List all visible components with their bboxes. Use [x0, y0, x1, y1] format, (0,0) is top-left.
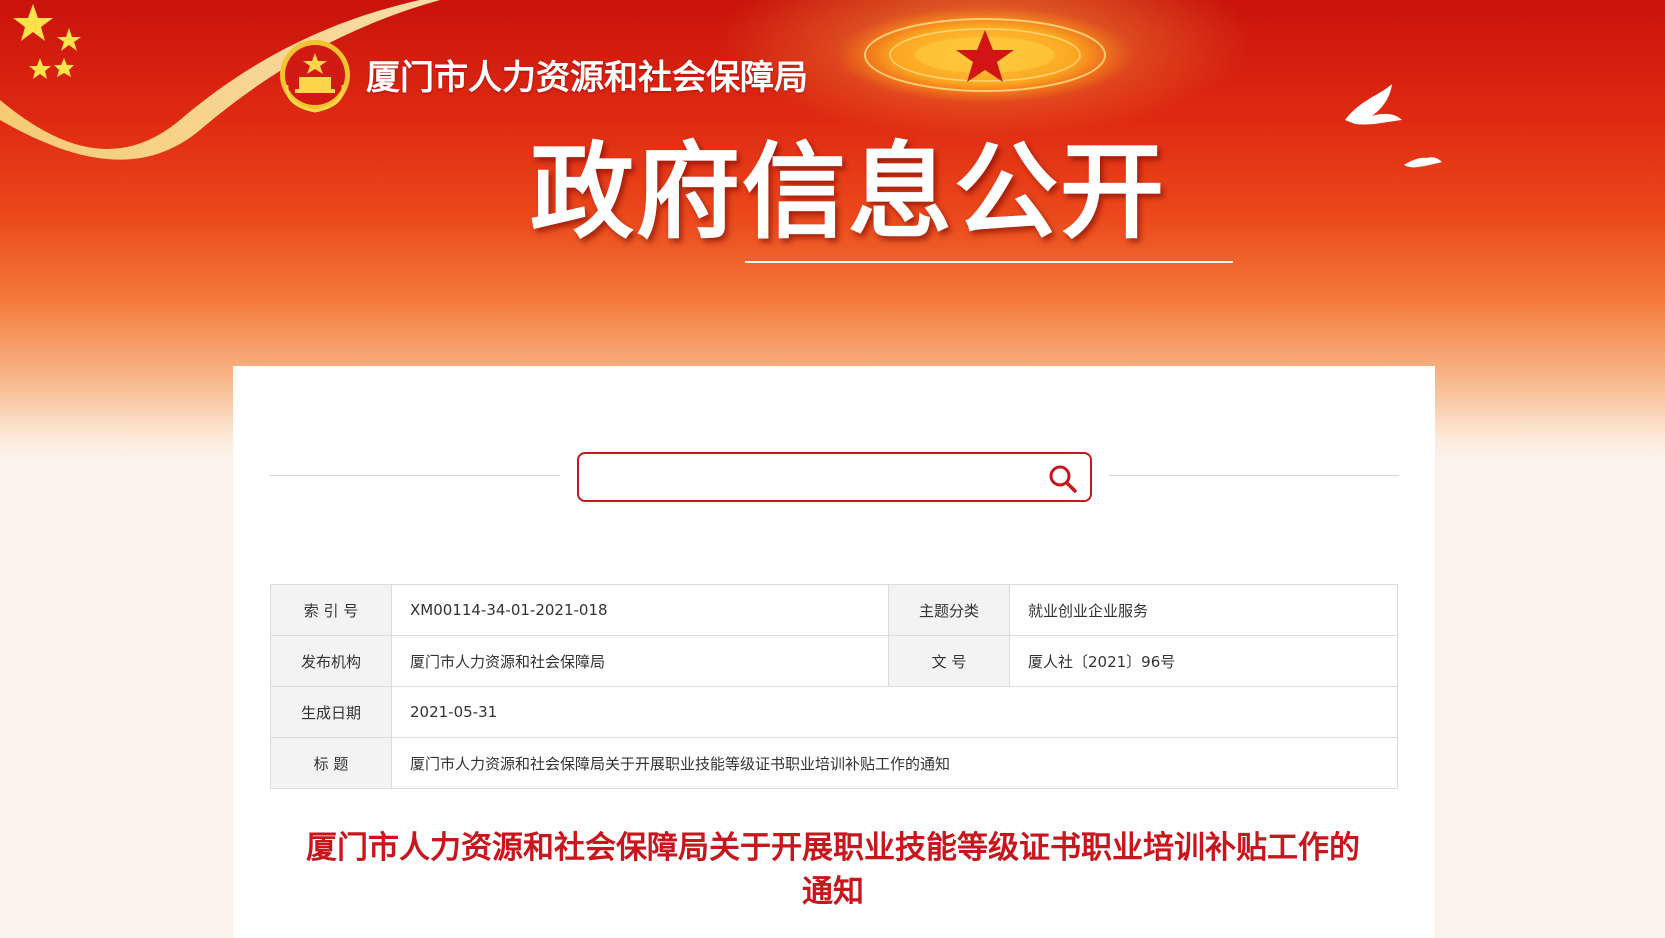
doc-number-value: 厦人社〔2021〕96号 [1009, 635, 1398, 687]
date-label: 生成日期 [270, 686, 392, 738]
table-row: 发布机构 厦门市人力资源和社会保障局 文 号 厦人社〔2021〕96号 [270, 635, 1398, 687]
publisher-label: 发布机构 [270, 635, 392, 687]
table-row: 生成日期 2021-05-31 [270, 686, 1398, 738]
search-divider-right [1109, 475, 1399, 476]
doc-number-label: 文 号 [888, 635, 1010, 687]
banner-title: 政府信息公开 [530, 131, 1167, 253]
central-star-emblem [835, 7, 1135, 103]
search-button[interactable] [1046, 462, 1080, 496]
national-emblem-icon [280, 40, 350, 113]
search-icon [1049, 465, 1077, 493]
table-row: 索 引 号 XM00114-34-01-2021-018 主题分类 就业创业企业… [270, 584, 1398, 636]
publisher-value: 厦门市人力资源和社会保障局 [391, 635, 889, 687]
content-panel: 索 引 号 XM00114-34-01-2021-018 主题分类 就业创业企业… [233, 366, 1435, 938]
title-label: 标 题 [270, 737, 392, 789]
banner-divider [745, 261, 1233, 263]
search-box [577, 452, 1092, 502]
table-row: 标 题 厦门市人力资源和社会保障局关于开展职业技能等级证书职业培训补贴工作的通知 [270, 737, 1398, 789]
document-title: 厦门市人力资源和社会保障局关于开展职业技能等级证书职业培训补贴工作的通知 [306, 830, 1360, 910]
search-input[interactable] [589, 462, 1029, 492]
date-value: 2021-05-31 [391, 686, 1398, 738]
topic-label: 主题分类 [888, 584, 1010, 636]
title-value: 厦门市人力资源和社会保障局关于开展职业技能等级证书职业培训补贴工作的通知 [391, 737, 1398, 789]
dove-icon [1345, 84, 1442, 168]
index-label: 索 引 号 [270, 584, 392, 636]
index-value: XM00114-34-01-2021-018 [391, 584, 889, 636]
document-metadata-table: 索 引 号 XM00114-34-01-2021-018 主题分类 就业创业企业… [270, 584, 1398, 789]
site-name[interactable]: 厦门市人力资源和社会保障局 [366, 50, 808, 99]
star-icon [13, 4, 81, 79]
topic-value: 就业创业企业服务 [1009, 584, 1398, 636]
search-divider-left [270, 475, 560, 476]
